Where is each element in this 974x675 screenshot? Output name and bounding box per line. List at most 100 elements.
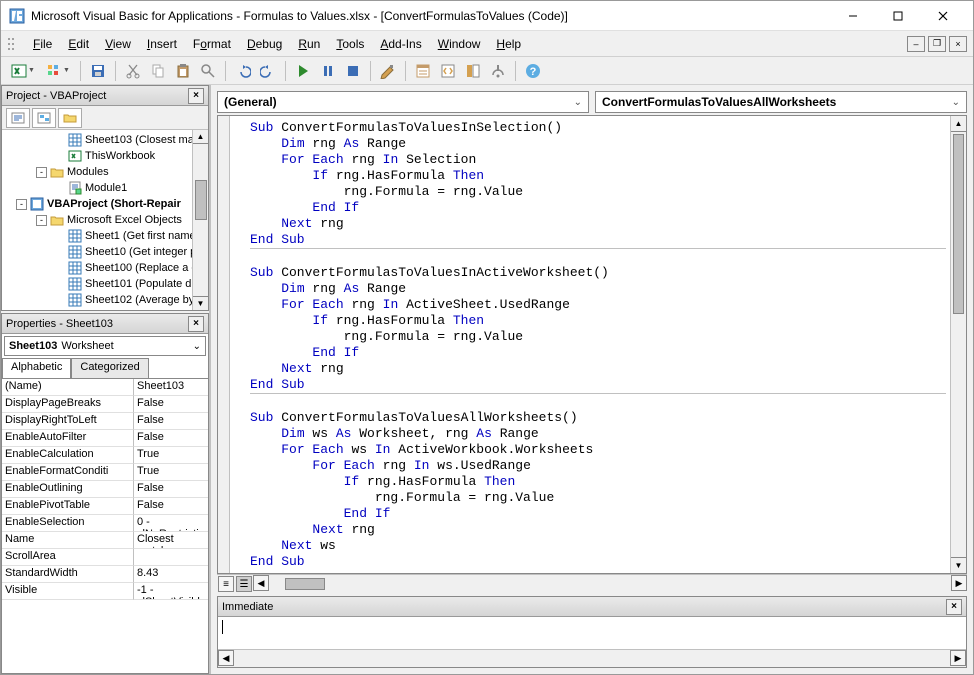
menu-tools[interactable]: Tools [328,34,372,54]
procedure-view-button[interactable]: ≡ [218,576,234,592]
toggle-folders-button[interactable] [58,108,82,128]
minimize-button[interactable] [830,2,875,30]
insert-userform-button[interactable]: ▼ [42,60,74,82]
menu-insert[interactable]: Insert [139,34,185,54]
paste-button[interactable] [172,60,194,82]
find-button[interactable] [197,60,219,82]
full-module-view-button[interactable]: ☰ [236,576,252,592]
undo-button[interactable] [232,60,254,82]
tree-item[interactable]: Sheet1 (Get first name [4,228,206,244]
tree-item[interactable]: Sheet102 (Average by [4,292,206,308]
property-row[interactable]: (Name)Sheet103 [2,379,208,396]
object-browser-button[interactable] [462,60,484,82]
imm-hscroll-right-button[interactable]: ▶ [950,650,966,666]
property-row[interactable]: ScrollArea [2,549,208,566]
tree-expander[interactable]: - [36,167,47,178]
cut-button[interactable] [122,60,144,82]
immediate-input[interactable] [218,617,966,649]
mdi-restore-button[interactable]: ❐ [928,36,946,52]
tree-item[interactable]: -Microsoft Excel Objects [4,212,206,228]
redo-button[interactable] [257,60,279,82]
property-value[interactable]: False [134,396,208,413]
menu-addins[interactable]: Add-Ins [372,34,429,54]
property-value[interactable]: Closest match [134,532,208,549]
properties-window-button[interactable] [437,60,459,82]
design-mode-button[interactable] [377,60,399,82]
property-row[interactable]: DisplayRightToLeftFalse [2,413,208,430]
property-value[interactable]: 0 - xlNoRestrictions [134,515,208,532]
code-horizontal-scrollbar[interactable] [269,575,951,592]
menu-window[interactable]: Window [430,34,489,54]
menu-debug[interactable]: Debug [239,34,290,54]
object-combo[interactable]: (General) ⌄ [217,91,589,113]
property-row[interactable]: Visible-1 - xlSheetVisible [2,583,208,600]
tree-expander[interactable]: - [16,199,27,210]
tree-item[interactable]: -VBAProject (Short-Repair [4,196,206,212]
properties-grid[interactable]: (Name)Sheet103DisplayPageBreaksFalseDisp… [2,378,208,673]
project-tree-scrollbar[interactable]: ▲ ▼ [192,130,208,310]
code-vertical-scrollbar[interactable]: ▲ ▼ [950,116,966,573]
property-row[interactable]: EnableFormatConditiTrue [2,464,208,481]
code-editor[interactable]: Sub ConvertFormulasToValuesInSelection()… [217,115,967,574]
view-code-button[interactable] [6,108,30,128]
property-row[interactable]: StandardWidth8.43 [2,566,208,583]
properties-object-selector[interactable]: Sheet103 Worksheet ⌄ [4,336,206,356]
property-row[interactable]: DisplayPageBreaksFalse [2,396,208,413]
property-value[interactable] [134,549,208,566]
code-text[interactable]: Sub ConvertFormulasToValuesInSelection()… [230,116,950,573]
copy-button[interactable] [147,60,169,82]
tree-item[interactable]: Sheet100 (Replace a c [4,260,206,276]
property-value[interactable]: False [134,413,208,430]
tree-item[interactable]: ThisWorkbook [4,148,206,164]
toolbox-button[interactable] [487,60,509,82]
immediate-close-button[interactable]: × [946,599,962,615]
mdi-minimize-button[interactable]: – [907,36,925,52]
tree-item[interactable]: Module1 [4,180,206,196]
property-value[interactable]: Sheet103 [134,379,208,396]
tree-item[interactable]: Sheet10 (Get integer p [4,244,206,260]
reset-button[interactable] [342,60,364,82]
mdi-close-button[interactable]: × [949,36,967,52]
tree-item[interactable]: -Modules [4,164,206,180]
view-excel-button[interactable]: ▼ [7,60,39,82]
tab-categorized[interactable]: Categorized [71,358,148,378]
hscroll-left-button[interactable]: ◀ [253,575,269,591]
property-row[interactable]: EnablePivotTableFalse [2,498,208,515]
tab-alphabetic[interactable]: Alphabetic [2,358,71,378]
save-button[interactable] [87,60,109,82]
property-value[interactable]: 8.43 [134,566,208,583]
menu-edit[interactable]: Edit [60,34,97,54]
project-tree[interactable]: Sheet103 (Closest matThisWorkbook-Module… [2,130,208,310]
menu-format[interactable]: Format [185,34,239,54]
hscroll-right-button[interactable]: ▶ [951,575,967,591]
menu-help[interactable]: Help [488,34,529,54]
close-button[interactable] [920,2,965,30]
property-row[interactable]: EnableOutliningFalse [2,481,208,498]
property-value[interactable]: True [134,447,208,464]
procedure-combo[interactable]: ConvertFormulasToValuesAllWorksheets ⌄ [595,91,967,113]
property-value[interactable]: False [134,498,208,515]
property-row[interactable]: EnableCalculationTrue [2,447,208,464]
imm-hscroll-left-button[interactable]: ◀ [218,650,234,666]
menu-run[interactable]: Run [290,34,328,54]
project-panel-close-button[interactable]: × [188,88,204,104]
run-button[interactable] [292,60,314,82]
property-row[interactable]: EnableSelection0 - xlNoRestrictions [2,515,208,532]
properties-panel-close-button[interactable]: × [188,316,204,332]
property-row[interactable]: NameClosest match [2,532,208,549]
menu-file[interactable]: File [25,34,60,54]
tree-item[interactable]: Sheet101 (Populate dr [4,276,206,292]
property-value[interactable]: True [134,464,208,481]
tree-expander[interactable]: - [36,215,47,226]
break-button[interactable] [317,60,339,82]
imm-horizontal-scrollbar[interactable] [234,650,950,667]
property-value[interactable]: False [134,481,208,498]
view-object-button[interactable] [32,108,56,128]
maximize-button[interactable] [875,2,920,30]
project-explorer-button[interactable] [412,60,434,82]
property-value[interactable]: False [134,430,208,447]
menu-view[interactable]: View [97,34,139,54]
property-value[interactable]: -1 - xlSheetVisible [134,583,208,600]
tree-item[interactable]: Sheet103 (Closest mat [4,132,206,148]
property-row[interactable]: EnableAutoFilterFalse [2,430,208,447]
